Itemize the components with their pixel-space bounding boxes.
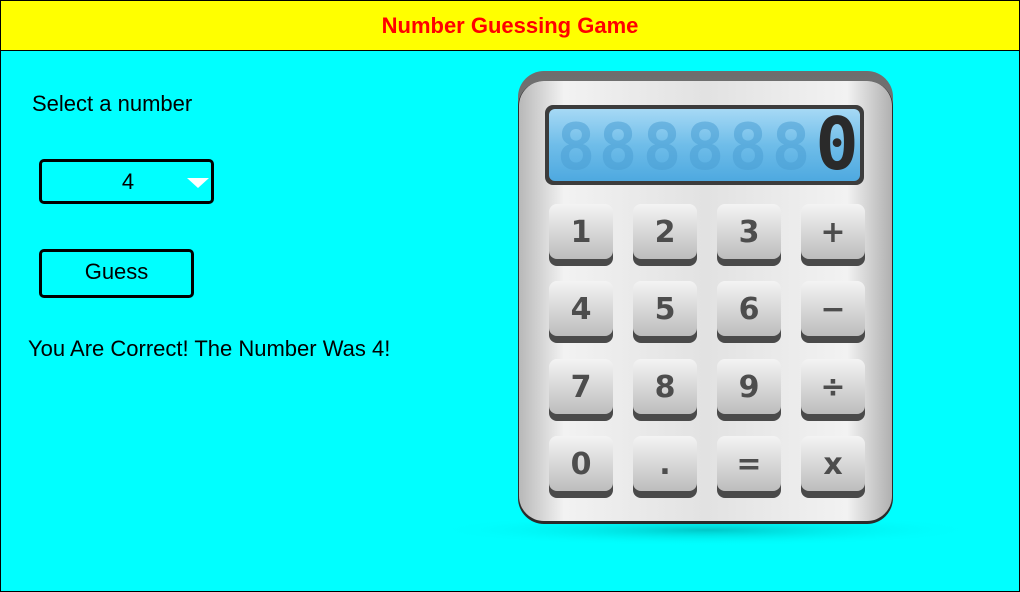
calculator-key-label: = xyxy=(736,447,761,482)
calculator-ghost-digit: 8 xyxy=(643,111,682,185)
calculator-key-label: 9 xyxy=(739,370,760,405)
calculator-key: 5 xyxy=(633,281,697,343)
dropdown-arrow-icon xyxy=(187,178,209,188)
calculator-key-label: 2 xyxy=(655,215,676,250)
page-title: Number Guessing Game xyxy=(381,12,639,38)
number-select[interactable]: 4 xyxy=(39,159,214,204)
calculator-key-label: 7 xyxy=(571,370,592,405)
calculator-key: − xyxy=(801,281,865,343)
result-message: You Are Correct! The Number Was 4! xyxy=(28,336,391,361)
calculator-key: 0 xyxy=(549,436,613,498)
calculator-key-label: ÷ xyxy=(820,370,845,405)
calculator-key-label: 1 xyxy=(571,215,592,250)
calculator-key: 1 xyxy=(549,204,613,266)
calculator-key-label: − xyxy=(820,292,845,327)
calculator-key: . xyxy=(633,436,697,498)
calculator-display-digit: 0 xyxy=(815,102,858,186)
calculator-key-label: 5 xyxy=(655,292,676,327)
calculator-key: = xyxy=(717,436,781,498)
calculator-key-label: 6 xyxy=(739,292,760,327)
calculator-key: 9 xyxy=(717,359,781,421)
header-bar: Number Guessing Game xyxy=(1,1,1019,51)
calculator-key: 7 xyxy=(549,359,613,421)
calculator-ghost-digit: 8 xyxy=(599,111,638,185)
calculator-ghost-digit: 8 xyxy=(686,111,725,185)
calculator-key: 4 xyxy=(549,281,613,343)
calculator-ghost-digit: 8 xyxy=(772,111,811,185)
calculator-key-label: 3 xyxy=(739,215,760,250)
calculator-key-label: . xyxy=(659,447,670,482)
app-window: Number Guessing Game Select a number 4 G… xyxy=(0,0,1020,592)
calculator-key: 2 xyxy=(633,204,697,266)
calculator-key: 3 xyxy=(717,204,781,266)
calculator-key: 8 xyxy=(633,359,697,421)
calculator-image: 888888 0 1 2 3 +4 5 6 −7 8 9 ÷0. = x xyxy=(434,71,978,546)
calculator-key-label: 4 xyxy=(571,292,592,327)
calculator-key: + xyxy=(801,204,865,266)
calculator-key-label: 8 xyxy=(655,370,676,405)
calculator-key: 6 xyxy=(717,281,781,343)
calculator-ghost-digit: 8 xyxy=(729,111,768,185)
calculator-key-label: 0 xyxy=(571,447,592,482)
calculator-key-label: x xyxy=(823,447,842,482)
calculator-ghost-digit: 8 xyxy=(557,111,596,185)
select-number-label: Select a number xyxy=(32,91,193,116)
guess-button[interactable]: Guess xyxy=(39,249,194,298)
calculator-key: x xyxy=(801,436,865,498)
calculator-key: ÷ xyxy=(801,359,865,421)
calculator-key-label: + xyxy=(820,215,845,250)
